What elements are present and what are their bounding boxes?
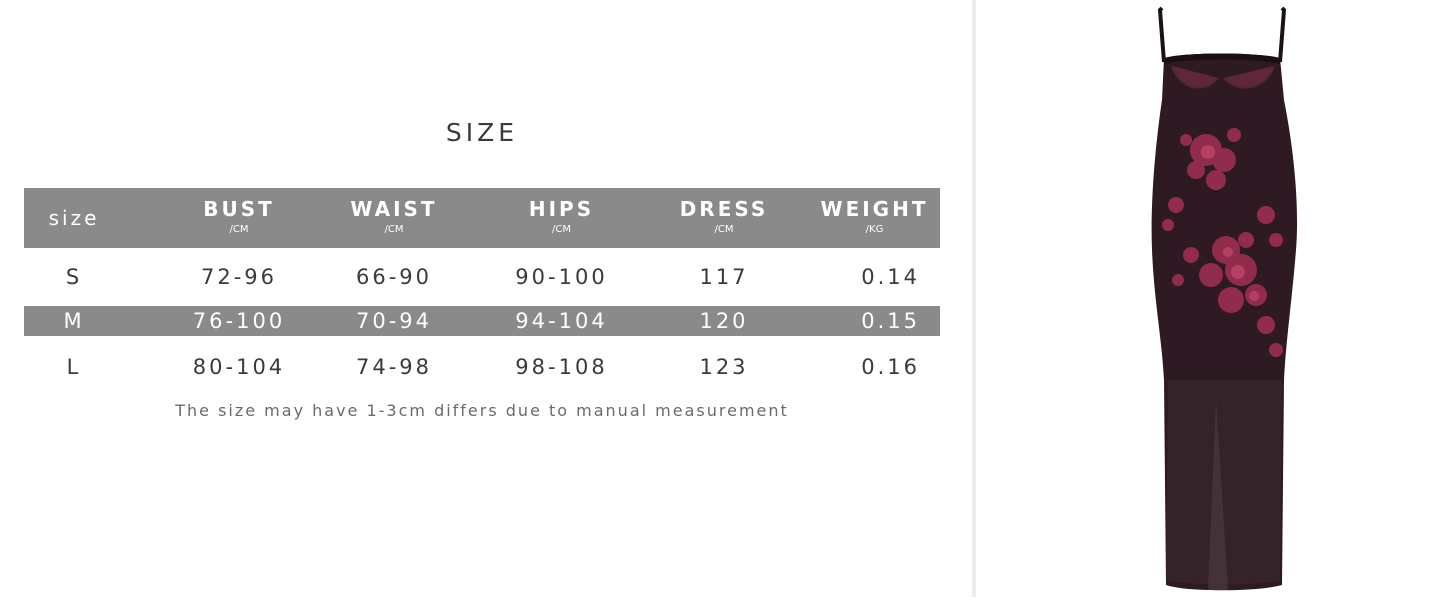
header-waist-unit: /CM	[384, 224, 404, 235]
cell-size: L	[66, 355, 82, 379]
size-chart-title: SIZE	[445, 118, 519, 147]
header-dress-label: DRESS	[679, 197, 769, 221]
header-size-label: size	[48, 206, 100, 230]
cell-bust: 80-104	[192, 355, 286, 379]
cell-hips: 94-104	[515, 309, 608, 333]
size-chart-panel: SIZE size BUST /CM WAIST /CM HIPS /CM DR…	[0, 0, 972, 597]
cell-dress: 123	[699, 355, 749, 379]
cell-dress: 117	[699, 265, 749, 289]
header-waist: WAIST /CM	[319, 188, 469, 248]
measurement-footnote: The size may have 1-3cm differs due to m…	[175, 401, 789, 420]
cell-weight: 0.15	[861, 309, 920, 333]
cell-weight: 0.14	[861, 265, 920, 289]
header-bust-unit: /CM	[229, 224, 249, 235]
header-bust-label: BUST	[203, 197, 275, 221]
cell-size: M	[63, 309, 85, 333]
cell-waist: 74-98	[355, 355, 433, 379]
table-row-m: M 76-100 70-94 94-104 120 0.15	[24, 306, 940, 336]
cell-bust: 72-96	[200, 265, 278, 289]
cell-bust: 76-100	[192, 309, 286, 333]
header-bust: BUST /CM	[164, 188, 314, 248]
header-size: size	[24, 188, 124, 248]
header-hips: HIPS /CM	[484, 188, 639, 248]
cell-weight: 0.16	[861, 355, 920, 379]
cell-hips: 90-100	[515, 265, 608, 289]
header-waist-label: WAIST	[350, 197, 438, 221]
header-dress: DRESS /CM	[649, 188, 799, 248]
left-strap	[1157, 6, 1166, 63]
right-strap	[1278, 6, 1287, 63]
cell-dress: 120	[699, 309, 749, 333]
header-dress-unit: /CM	[714, 224, 734, 235]
cell-hips: 98-108	[515, 355, 608, 379]
header-weight-unit: /KG	[865, 224, 884, 235]
header-hips-unit: /CM	[552, 224, 571, 235]
header-weight: WEIGHT /KG	[809, 188, 940, 248]
header-hips-label: HIPS	[528, 197, 595, 221]
table-header-row: size BUST /CM WAIST /CM HIPS /CM DRESS /…	[24, 188, 940, 248]
dress-illustration	[1151, 6, 1298, 591]
header-weight-label: WEIGHT	[820, 197, 929, 221]
table-row-s: S 72-96 66-90 90-100 117 0.14	[24, 262, 940, 292]
cell-size: S	[65, 265, 83, 289]
product-image-panel	[976, 0, 1445, 597]
cell-waist: 66-90	[355, 265, 433, 289]
cell-waist: 70-94	[355, 309, 433, 333]
table-row-l: L 80-104 74-98 98-108 123 0.16	[24, 352, 940, 382]
slip-dress-image	[1116, 0, 1316, 597]
size-table: size BUST /CM WAIST /CM HIPS /CM DRESS /…	[24, 188, 940, 382]
